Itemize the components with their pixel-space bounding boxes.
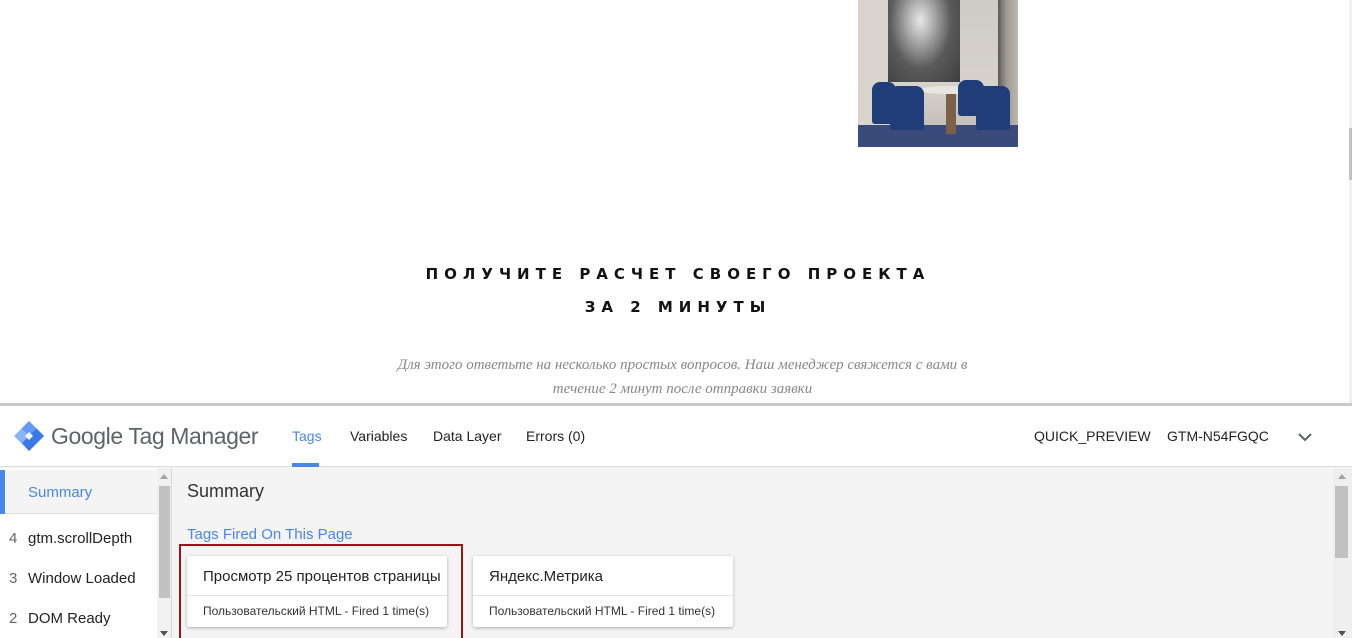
- tab-tags[interactable]: Tags: [292, 428, 322, 444]
- active-tab-indicator: [292, 463, 319, 467]
- sidebar-item-label: Summary: [28, 484, 93, 501]
- tab-errors[interactable]: Errors (0): [526, 428, 585, 444]
- event-name: gtm.scrollDepth: [28, 530, 133, 547]
- gtm-logo-icon: [14, 421, 44, 451]
- interior-photo: [858, 0, 1018, 147]
- sidebar-item-event[interactable]: 3 Window Loaded: [0, 560, 158, 600]
- selected-indicator: [0, 470, 5, 514]
- main-scrollbar[interactable]: [1333, 468, 1352, 638]
- event-name: Window Loaded: [28, 570, 136, 587]
- tags-fired-heading: Tags Fired On This Page: [187, 526, 353, 543]
- gtm-header: Google Tag Manager Tags Variables Data L…: [0, 406, 1352, 467]
- tab-variables[interactable]: Variables: [350, 428, 407, 444]
- event-name: DOM Ready: [28, 610, 111, 627]
- tag-meta: Пользовательский HTML - Fired 1 time(s): [489, 604, 716, 618]
- container-id: GTM-N54FGQC: [1167, 428, 1269, 444]
- event-number: 3: [9, 570, 18, 587]
- site-heading-line-2: ЗА 2 МИНУТЫ: [584, 298, 772, 316]
- website-content: ПОЛУЧИТЕ РАСЧЕТ СВОЕГО ПРОЕКТА ЗА 2 МИНУ…: [0, 0, 1352, 403]
- event-number: 4: [9, 530, 18, 547]
- preview-mode-label: QUICK_PREVIEW: [1034, 428, 1151, 444]
- scroll-up-arrow-icon[interactable]: [1338, 474, 1346, 479]
- chevron-down-icon[interactable]: [1297, 429, 1313, 445]
- summary-title: Summary: [187, 481, 265, 501]
- gtm-brand-title: Google Tag Manager: [51, 423, 259, 449]
- tag-name: Просмотр 25 процентов страницы: [203, 568, 441, 585]
- events-sidebar: Summary 4 gtm.scrollDepth 3 Window Loade…: [0, 468, 172, 638]
- tag-card[interactable]: Просмотр 25 процентов страницы Пользоват…: [187, 556, 447, 627]
- sidebar-item-event[interactable]: 4 gtm.scrollDepth: [0, 520, 158, 560]
- tag-name: Яндекс.Метрика: [489, 568, 603, 585]
- tab-data-layer[interactable]: Data Layer: [433, 428, 501, 444]
- sidebar-scrollbar[interactable]: [157, 468, 171, 638]
- tag-meta: Пользовательский HTML - Fired 1 time(s): [203, 604, 430, 618]
- card-divider: [187, 595, 447, 596]
- summary-pane: Summary Tags Fired On This Page Просмотр…: [173, 468, 1352, 638]
- tag-card[interactable]: Яндекс.Метрика Пользовательский HTML - F…: [473, 556, 733, 627]
- site-subtext: Для этого ответьте на несколько простых …: [397, 357, 968, 397]
- card-divider: [473, 595, 733, 596]
- event-number: 2: [9, 610, 18, 627]
- site-heading-line-1: ПОЛУЧИТЕ РАСЧЕТ СВОЕГО ПРОЕКТА: [425, 265, 931, 283]
- sidebar-item-event[interactable]: 2 DOM Ready: [0, 600, 158, 638]
- scroll-down-arrow-icon[interactable]: [1338, 631, 1346, 636]
- sidebar-item-summary[interactable]: Summary: [0, 470, 158, 514]
- scroll-up-arrow-icon[interactable]: [160, 474, 168, 479]
- main-scrollbar-thumb[interactable]: [1335, 486, 1348, 558]
- gtm-debug-panel: Google Tag Manager Tags Variables Data L…: [0, 403, 1352, 638]
- scroll-down-arrow-icon[interactable]: [160, 631, 168, 636]
- sidebar-scrollbar-thumb[interactable]: [159, 486, 170, 598]
